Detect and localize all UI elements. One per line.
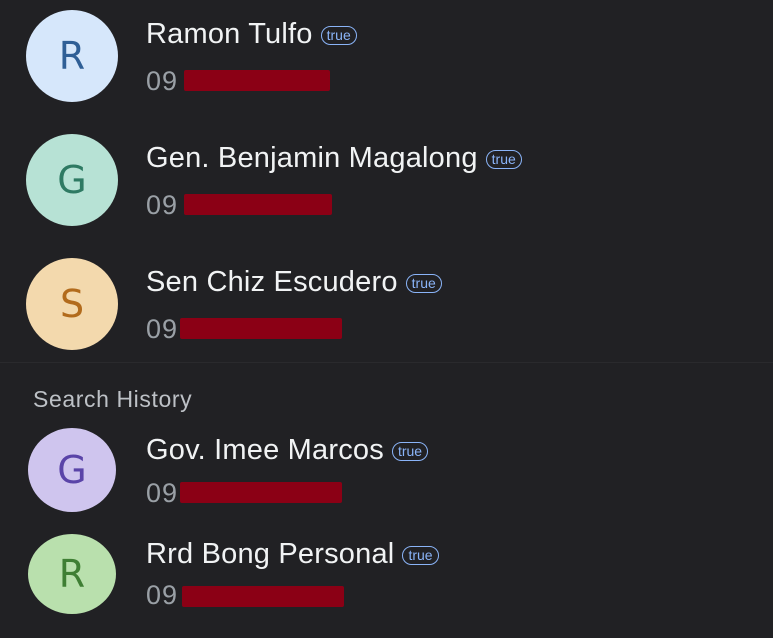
contact-name: Sen Chiz Escudero <box>146 266 398 298</box>
redaction-mark <box>184 194 332 215</box>
avatar: R <box>26 10 118 102</box>
avatar: G <box>26 134 118 226</box>
contact-name: Rrd Bong Personal <box>146 538 395 570</box>
avatar: S <box>26 258 118 350</box>
true-badge: true <box>405 274 442 293</box>
search-history-header: Search History <box>33 386 193 412</box>
contact-name: Gen. Benjamin Magalong <box>146 142 478 174</box>
contact-item-imee-marcos[interactable]: G Gov. Imee Marcos true 09 <box>0 428 773 528</box>
redaction-mark <box>180 318 342 339</box>
contact-phone: 09 <box>146 190 179 220</box>
true-badge: true <box>402 546 439 565</box>
avatar: R <box>28 534 116 614</box>
redaction-mark <box>182 586 344 607</box>
contact-phone: 09 <box>146 478 179 508</box>
contact-item-bong-personal[interactable]: R Rrd Bong Personal true 09 <box>0 532 773 632</box>
contact-phone: 09 <box>146 314 179 344</box>
contact-name: Gov. Imee Marcos <box>146 434 384 466</box>
contact-phone: 09 <box>146 580 179 610</box>
contact-item-chiz-escudero[interactable]: S Sen Chiz Escudero true 09 <box>0 256 773 356</box>
contact-item-ramon-tulfo[interactable]: R Ramon Tulfo true 09 <box>0 8 773 108</box>
true-badge: true <box>485 150 522 169</box>
true-badge: true <box>320 26 357 45</box>
contact-name: Ramon Tulfo <box>146 18 313 50</box>
redaction-mark <box>184 70 330 91</box>
contact-phone: 09 <box>146 66 179 96</box>
redaction-mark <box>180 482 342 503</box>
contact-item-benjamin-magalong[interactable]: G Gen. Benjamin Magalong true 09 <box>0 132 773 232</box>
avatar: G <box>28 428 116 512</box>
divider <box>0 362 773 363</box>
true-badge: true <box>391 442 429 461</box>
